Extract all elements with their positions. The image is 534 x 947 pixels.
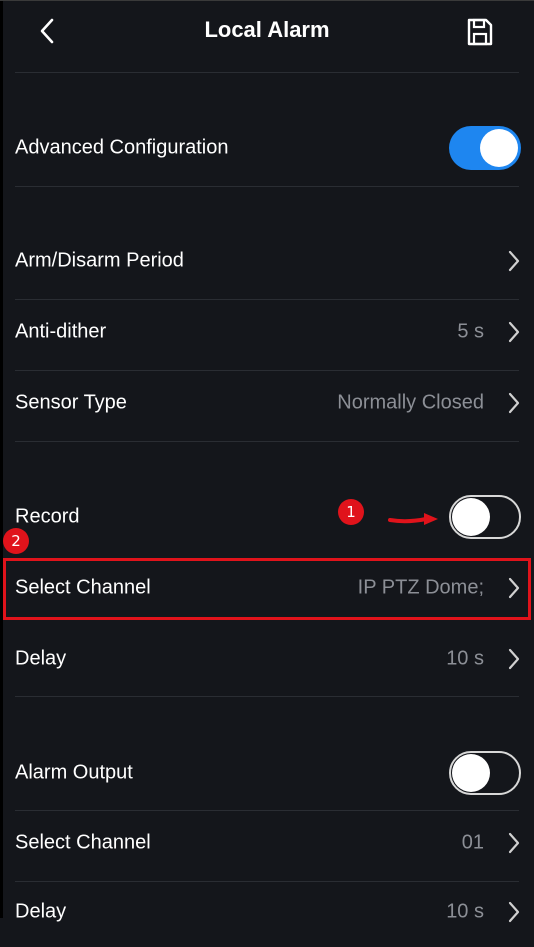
alarm-output-row: Alarm Output xyxy=(0,738,534,808)
row-label: Select Channel xyxy=(15,831,151,854)
section-divider xyxy=(15,186,519,187)
arm-disarm-period-row[interactable]: Arm/Disarm Period xyxy=(0,226,534,296)
row-value: 5 s xyxy=(457,320,484,343)
page-title: Local Alarm xyxy=(204,17,330,42)
anti-dither-row[interactable]: Anti-dither 5 s xyxy=(0,297,534,367)
toggle-knob xyxy=(452,498,490,536)
advanced-configuration-toggle[interactable] xyxy=(449,126,521,170)
row-label: Sensor Type xyxy=(15,391,127,414)
annotation-badge-1: 1 xyxy=(338,499,364,525)
row-value: Normally Closed xyxy=(337,391,484,414)
nav-header: Local Alarm xyxy=(0,0,534,66)
row-value: 01 xyxy=(461,831,484,854)
row-value: 10 s xyxy=(446,900,484,923)
row-label: Delay xyxy=(15,647,67,670)
row-label: Record xyxy=(15,505,80,528)
row-label: Anti-dither xyxy=(15,320,107,343)
toggle-knob xyxy=(480,129,518,167)
annotation-badge-2: 2 xyxy=(3,528,29,554)
section-divider xyxy=(15,72,519,73)
sensor-type-row[interactable]: Sensor Type Normally Closed xyxy=(0,368,534,438)
row-label: Alarm Output xyxy=(15,761,133,784)
section-divider xyxy=(15,696,519,697)
toggle-knob xyxy=(452,754,490,792)
delay-record-row[interactable]: Delay 10 s xyxy=(0,624,534,694)
chevron-right-icon xyxy=(508,832,520,854)
row-value: 10 s xyxy=(446,647,484,670)
annotation-arrow-icon xyxy=(388,513,438,525)
delay-output-row[interactable]: Delay 10 s xyxy=(0,877,534,947)
annotation-highlight-box xyxy=(3,558,531,620)
chevron-right-icon xyxy=(508,321,520,343)
save-icon xyxy=(467,18,493,46)
save-button[interactable] xyxy=(466,17,494,47)
alarm-output-toggle[interactable] xyxy=(449,751,521,795)
row-label: Arm/Disarm Period xyxy=(15,249,184,272)
record-toggle[interactable] xyxy=(449,495,521,539)
advanced-configuration-row: Advanced Configuration xyxy=(0,113,534,183)
chevron-right-icon xyxy=(508,901,520,923)
row-label: Delay xyxy=(15,900,67,923)
select-channel-output-row[interactable]: Select Channel 01 xyxy=(0,808,534,878)
chevron-right-icon xyxy=(508,250,520,272)
chevron-right-icon xyxy=(508,648,520,670)
chevron-right-icon xyxy=(508,392,520,414)
section-divider xyxy=(15,441,519,442)
row-label: Advanced Configuration xyxy=(15,136,229,159)
record-row: Record xyxy=(0,482,534,552)
